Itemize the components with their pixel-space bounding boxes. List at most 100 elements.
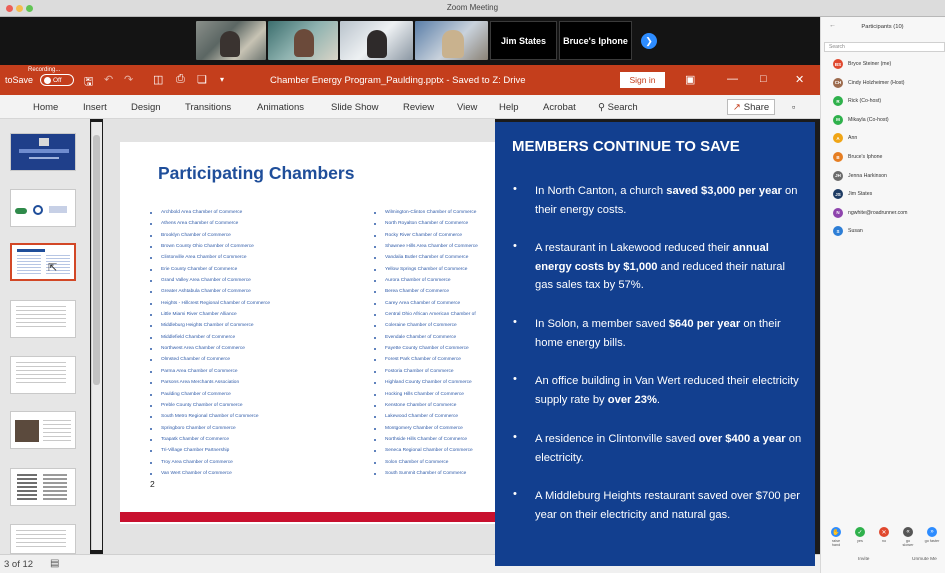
participant-row[interactable]: JS Jim States: [833, 188, 872, 200]
participant-video[interactable]: [415, 21, 488, 60]
chamber-list-item: Little Miami River Chamber Alliance: [150, 309, 355, 320]
slide-thumbnail[interactable]: [10, 300, 76, 338]
bullet-text: In North Canton, a church: [535, 185, 667, 197]
feedback-button[interactable]: ✓ yes: [852, 527, 868, 543]
sign-in-button[interactable]: Sign in: [620, 72, 665, 88]
feedback-button[interactable]: » go faster: [924, 527, 940, 543]
feedback-button[interactable]: ✕ no: [876, 527, 892, 543]
bullet-text: A residence in Clintonville saved: [535, 433, 699, 445]
chamber-list-item: Fostoria Chamber of Commerce: [374, 366, 494, 377]
participants-title: Participants (10): [861, 24, 904, 30]
slide-thumbnail[interactable]: [10, 356, 76, 394]
invite-button[interactable]: Invite: [858, 557, 869, 562]
chamber-list-left: Archbold Area Chamber of Commerce Athens …: [150, 207, 355, 479]
feedback-button[interactable]: « go slower: [900, 527, 916, 547]
chamber-list-item: Lakewood Chamber of Commerce: [374, 411, 494, 422]
participant-row[interactable]: S Susan: [833, 225, 863, 237]
chamber-list-item: Seneca Regional Chamber of Commerce: [374, 445, 494, 456]
tab-acrobat[interactable]: Acrobat: [543, 102, 576, 113]
close-icon[interactable]: ✕: [795, 73, 804, 86]
participant-name-tile[interactable]: Jim States: [490, 21, 557, 60]
chamber-list-item: Kenstone Chamber of Commerce: [374, 400, 494, 411]
present-from-start-icon[interactable]: ◫: [153, 73, 163, 86]
chamber-list-item: Aurora Chamber of Commerce: [374, 275, 494, 286]
notes-icon[interactable]: ▤: [50, 558, 59, 569]
feedback-button[interactable]: ✋ raise hand: [828, 527, 844, 547]
participant-row[interactable]: M Mikayla (Co-host): [833, 114, 889, 126]
redo-icon[interactable]: ↷: [124, 73, 133, 86]
feedback-label: go slower: [902, 539, 914, 547]
chamber-list-item: Northwest Area Chamber of Commerce: [150, 343, 355, 354]
participant-row[interactable]: Nngwhite@roadrunner.com: [833, 207, 907, 219]
chamber-list-item: Tri-Village Chamber Partnership: [150, 445, 355, 456]
participant-row[interactable]: JH Jenna Harkinson: [833, 170, 887, 182]
ribbon-display-icon[interactable]: ▣: [685, 73, 695, 86]
search-box[interactable]: ⚲ Search: [598, 102, 638, 113]
scrollbar-thumb[interactable]: [93, 135, 100, 385]
participant-video[interactable]: [268, 21, 338, 60]
feedback-label: raise hand: [831, 539, 841, 547]
bullet-text: An office building in Van Wert reduced t…: [535, 375, 799, 406]
tab-home[interactable]: Home: [33, 102, 58, 113]
participant-video[interactable]: [196, 21, 266, 60]
unmute-me-button[interactable]: Unmute Me: [912, 557, 937, 562]
minimize-icon[interactable]: —: [727, 73, 738, 85]
customize-toolbar-icon[interactable]: ▾: [220, 75, 224, 84]
undo-icon[interactable]: ↶: [104, 73, 113, 86]
maximize-icon[interactable]: □: [760, 73, 767, 85]
chamber-list-item: Clintonville Area Chamber of Commerce: [150, 252, 355, 263]
chamber-list-item: Rocky River Chamber of Commerce: [374, 230, 494, 241]
participant-name-tile[interactable]: Bruce's Iphone: [559, 21, 632, 60]
save-icon[interactable]: 🖫: [84, 73, 93, 92]
chamber-list-item: Brooklyn Chamber of Commerce: [150, 230, 355, 241]
share-button[interactable]: ↗ Share: [727, 99, 775, 115]
tab-insert[interactable]: Insert: [83, 102, 107, 113]
participant-row[interactable]: A Ann: [833, 132, 857, 144]
search-icon: ⚲: [598, 102, 605, 113]
chamber-list-item: Evendale Chamber of Commerce: [374, 332, 494, 343]
chamber-list-item: Middleburg Heights Chamber of Commerce: [150, 320, 355, 331]
chamber-list-item: South Summit Chamber of Commerce: [374, 468, 494, 479]
bullet-highlight: saved $3,000 per year: [666, 185, 782, 197]
chamber-list-item: Troy Area Chamber of Commerce: [150, 457, 355, 468]
go-faster-icon: »: [927, 527, 937, 537]
slide-thumbnail[interactable]: [10, 189, 76, 227]
slide-thumbnail[interactable]: [10, 133, 76, 171]
tab-help[interactable]: Help: [499, 102, 519, 113]
participant-row[interactable]: CH Cindy Holzheimer (Host): [833, 77, 905, 89]
participant-search-input[interactable]: Search: [824, 42, 945, 52]
participant-name: ngwhite@roadrunner.com: [848, 209, 908, 216]
yes-icon: ✓: [855, 527, 865, 537]
participant-row[interactable]: R Rick (Co-host): [833, 95, 881, 107]
slide-thumbnail[interactable]: [10, 524, 76, 554]
comments-icon[interactable]: ▫: [792, 102, 795, 113]
slide-thumbnail[interactable]: [10, 411, 76, 449]
participant-row[interactable]: B Bruce's Iphone: [833, 151, 882, 163]
print-icon[interactable]: ⎙: [176, 73, 185, 86]
avatar: JH: [833, 170, 843, 181]
participant-name: Susan: [848, 228, 863, 235]
avatar: R: [833, 96, 843, 107]
bullet-text: In Solon, a member saved: [535, 318, 669, 330]
tab-slide-show[interactable]: Slide Show: [331, 102, 379, 113]
next-page-arrow-icon[interactable]: ❯: [641, 33, 657, 49]
feedback-label: no: [881, 539, 887, 543]
slide-thumbnail-selected[interactable]: ⇱: [10, 243, 76, 281]
tab-view[interactable]: View: [457, 102, 477, 113]
savings-bullet: An office building in Van Wert reduced t…: [535, 372, 805, 409]
tab-transitions[interactable]: Transitions: [185, 102, 231, 113]
tab-review[interactable]: Review: [403, 102, 434, 113]
chamber-list-item: Yellow Springs Chamber of Commerce: [374, 264, 494, 275]
bullet-icon: •: [513, 316, 517, 328]
participant-video[interactable]: [340, 21, 413, 60]
pdf-icon[interactable]: ❏: [197, 73, 207, 86]
autosave-toggle[interactable]: Off: [40, 74, 74, 86]
tab-animations[interactable]: Animations: [257, 102, 304, 113]
avatar: S: [833, 226, 843, 237]
tab-design[interactable]: Design: [131, 102, 161, 113]
participant-row[interactable]: BS Bryce Steiner (me): [833, 58, 891, 70]
chamber-list-item: North Royalton Chamber of Commerce: [374, 218, 494, 229]
chamber-list-item: Paulding Chamber of Commerce: [150, 389, 355, 400]
bullet-icon: •: [513, 373, 517, 385]
slide-thumbnail[interactable]: [10, 468, 76, 506]
